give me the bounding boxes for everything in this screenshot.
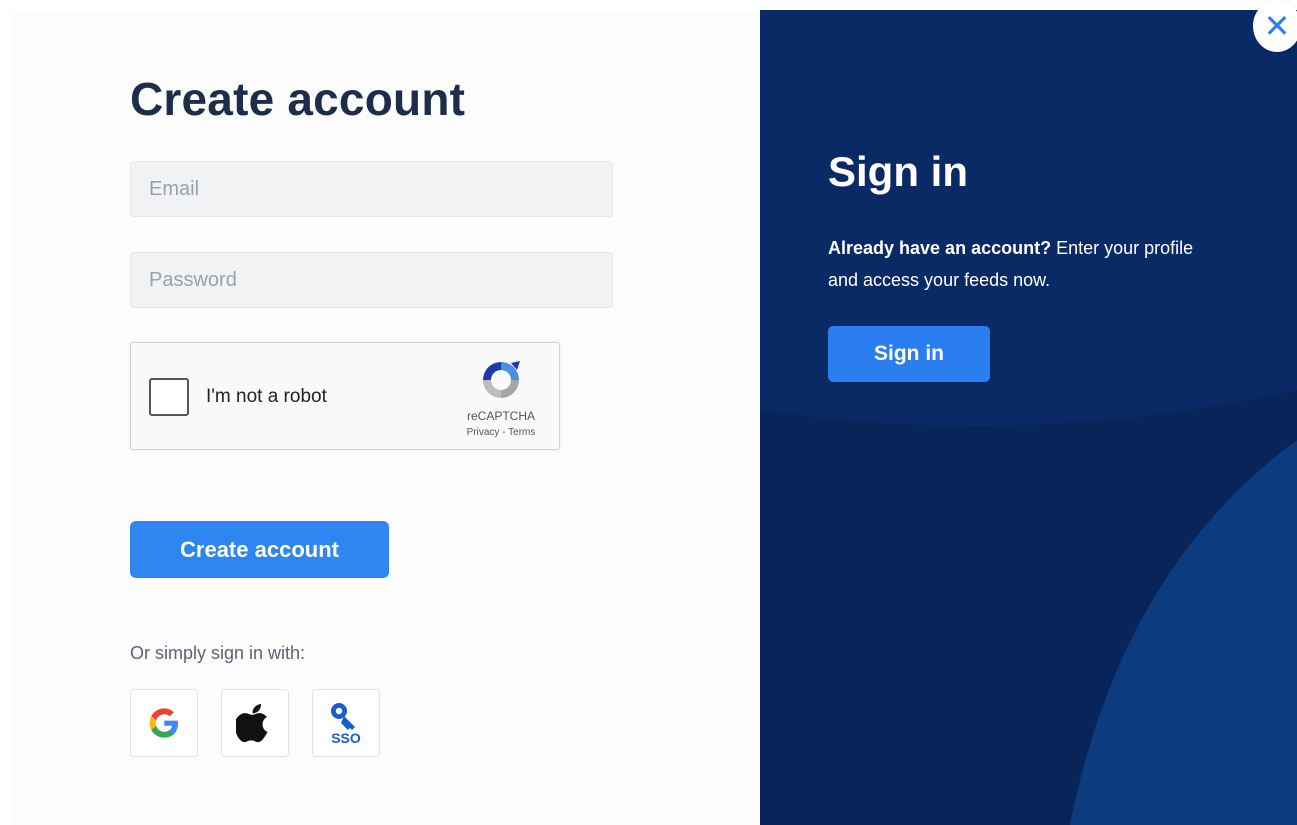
panel-background-curves [760, 390, 1297, 825]
signin-description-bold: Already have an account? [828, 238, 1052, 258]
recaptcha-checkbox[interactable] [149, 378, 189, 416]
social-signin-label: Or simply sign in with: [130, 643, 306, 663]
apple-icon [236, 704, 268, 743]
create-account-title: Create account [130, 73, 466, 125]
sso-label: SSO [331, 730, 361, 746]
recaptcha-label: I'm not a robot [206, 386, 327, 407]
signin-title: Sign in [828, 148, 968, 195]
email-input[interactable] [130, 161, 613, 217]
signin-description: Already have an account? Enter your prof… [828, 232, 1208, 296]
recaptcha-brand: reCAPTCHA [466, 409, 535, 423]
google-signin-button[interactable] [130, 689, 198, 757]
signin-panel: Sign in Already have an account? Enter y… [760, 10, 1297, 825]
apple-signin-button[interactable] [221, 689, 289, 757]
sso-icon: SSO [331, 703, 361, 746]
recaptcha-links[interactable]: Privacy - Terms [451, 427, 551, 438]
create-account-button[interactable]: Create account [130, 521, 389, 578]
close-icon[interactable]: ✕ [1253, 0, 1297, 52]
sso-signin-button[interactable]: SSO [312, 689, 380, 757]
signin-button[interactable]: Sign in [828, 326, 990, 382]
google-icon [149, 708, 178, 738]
recaptcha-logo-icon [483, 361, 520, 398]
recaptcha-widget: I'm not a robot reCAPTCHA Privacy - Term… [130, 342, 560, 450]
password-input[interactable] [130, 252, 613, 308]
